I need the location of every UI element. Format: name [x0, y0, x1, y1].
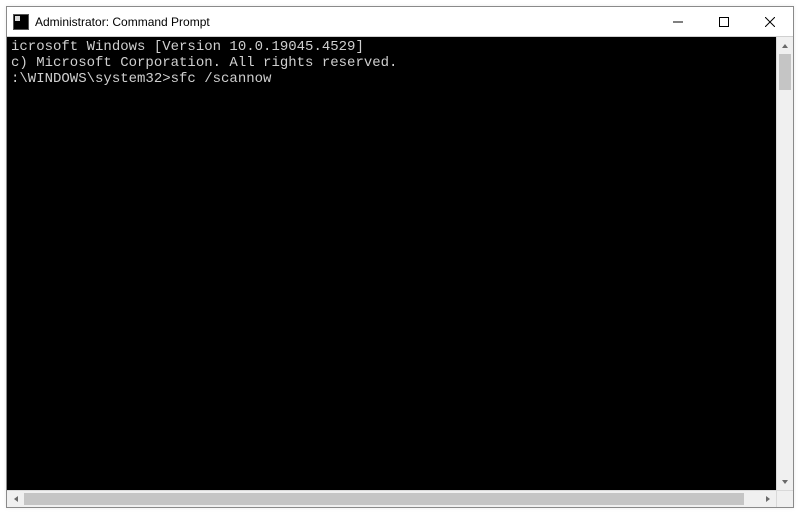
terminal-line: c) Microsoft Corporation. All rights res…	[11, 55, 776, 71]
chevron-left-icon	[12, 495, 20, 503]
command-prompt-window: Administrator: Command Prompt icrosoft W…	[6, 6, 794, 508]
scroll-right-button[interactable]	[759, 491, 776, 507]
scroll-down-button[interactable]	[777, 473, 793, 490]
chevron-down-icon	[781, 478, 789, 486]
client-area: icrosoft Windows [Version 10.0.19045.452…	[7, 37, 793, 507]
scroll-left-button[interactable]	[7, 491, 24, 507]
scrollbar-corner	[776, 491, 793, 507]
cmd-icon	[13, 14, 29, 30]
vertical-scrollbar[interactable]	[776, 37, 793, 490]
scroll-up-button[interactable]	[777, 37, 793, 54]
horizontal-scrollbar[interactable]	[7, 490, 793, 507]
minimize-button[interactable]	[655, 7, 701, 36]
terminal-output[interactable]: icrosoft Windows [Version 10.0.19045.452…	[7, 37, 776, 490]
window-title: Administrator: Command Prompt	[35, 15, 210, 29]
chevron-right-icon	[764, 495, 772, 503]
terminal-line: icrosoft Windows [Version 10.0.19045.452…	[11, 39, 776, 55]
chevron-up-icon	[781, 42, 789, 50]
maximize-button[interactable]	[701, 7, 747, 36]
vertical-scroll-thumb[interactable]	[779, 54, 791, 90]
close-icon	[765, 17, 775, 27]
minimize-icon	[673, 17, 683, 27]
terminal-wrap: icrosoft Windows [Version 10.0.19045.452…	[7, 37, 793, 490]
titlebar[interactable]: Administrator: Command Prompt	[7, 7, 793, 37]
terminal-prompt-line: :\WINDOWS\system32>sfc /scannow	[11, 71, 776, 87]
horizontal-scroll-thumb[interactable]	[24, 493, 744, 505]
maximize-icon	[719, 17, 729, 27]
close-button[interactable]	[747, 7, 793, 36]
window-controls	[655, 7, 793, 36]
horizontal-scroll-track[interactable]	[24, 491, 759, 507]
